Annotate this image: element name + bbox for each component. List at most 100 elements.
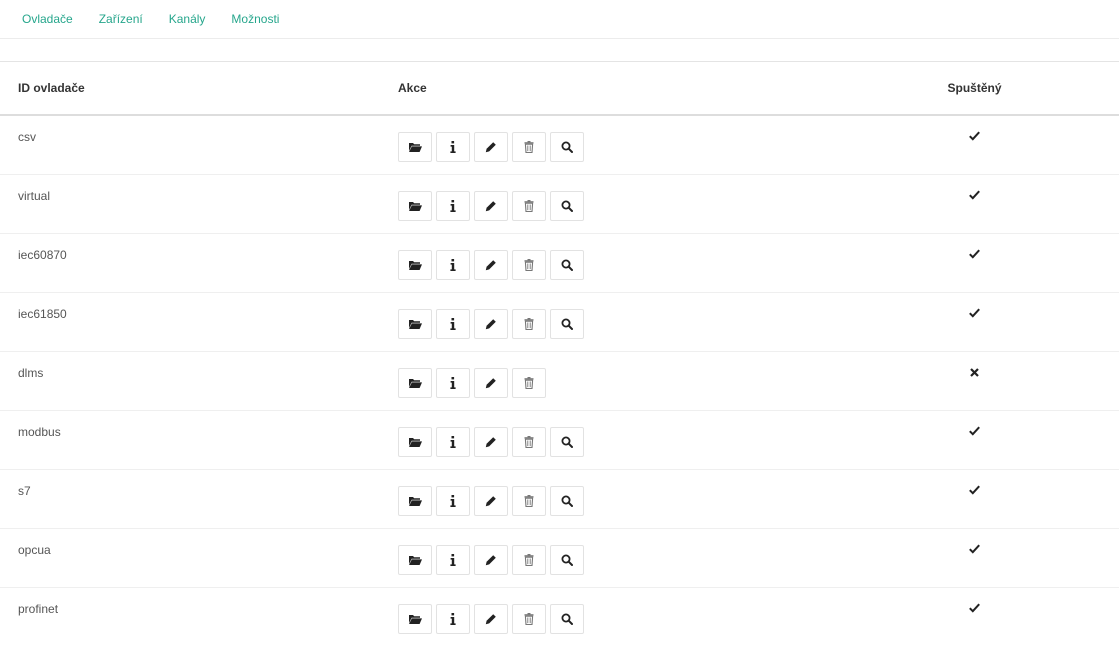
table-row: virtual <box>0 175 1119 234</box>
table-row: iec60870 <box>0 234 1119 293</box>
info-button[interactable] <box>436 250 470 280</box>
folder-button[interactable] <box>398 250 432 280</box>
driver-id-cell: profinet <box>0 588 398 646</box>
action-buttons <box>398 309 830 339</box>
pencil-button[interactable] <box>474 604 508 634</box>
driver-id: opcua <box>18 543 51 557</box>
trash-button[interactable] <box>512 309 546 339</box>
actions-cell <box>398 529 830 588</box>
folder-button[interactable] <box>398 132 432 162</box>
trash-icon <box>524 259 534 271</box>
check-icon <box>969 543 980 557</box>
folder-icon <box>409 555 422 565</box>
running-cell <box>830 470 1119 529</box>
pencil-button[interactable] <box>474 427 508 457</box>
info-button[interactable] <box>436 309 470 339</box>
pencil-button[interactable] <box>474 132 508 162</box>
table-row: dlms <box>0 352 1119 411</box>
pencil-button[interactable] <box>474 250 508 280</box>
search-button[interactable] <box>550 191 584 221</box>
actions-cell <box>398 411 830 470</box>
folder-icon <box>409 437 422 447</box>
driver-id-cell: virtual <box>0 175 398 234</box>
actions-cell <box>398 234 830 293</box>
driver-id-cell: s7 <box>0 470 398 529</box>
actions-cell <box>398 352 830 411</box>
trash-button[interactable] <box>512 250 546 280</box>
pencil-button[interactable] <box>474 309 508 339</box>
actions-cell <box>398 293 830 352</box>
folder-button[interactable] <box>398 427 432 457</box>
trash-button[interactable] <box>512 427 546 457</box>
info-button[interactable] <box>436 427 470 457</box>
info-button[interactable] <box>436 132 470 162</box>
driver-id: s7 <box>18 484 31 498</box>
folder-button[interactable] <box>398 191 432 221</box>
search-button[interactable] <box>550 309 584 339</box>
running-cell <box>830 115 1119 175</box>
info-button[interactable] <box>436 604 470 634</box>
trash-icon <box>524 613 534 625</box>
info-button[interactable] <box>436 368 470 398</box>
nav-options[interactable]: Možnosti <box>231 12 279 26</box>
folder-button[interactable] <box>398 368 432 398</box>
action-buttons <box>398 604 830 634</box>
header-driver-id: ID ovladače <box>0 62 398 115</box>
drivers-table: ID ovladače Akce Spuštěný csvvirtualiec6… <box>0 62 1119 646</box>
info-icon <box>450 495 456 507</box>
search-button[interactable] <box>550 545 584 575</box>
running-cell <box>830 234 1119 293</box>
search-button[interactable] <box>550 250 584 280</box>
trash-button[interactable] <box>512 132 546 162</box>
search-icon <box>561 613 573 625</box>
nav-devices[interactable]: Zařízení <box>99 12 143 26</box>
check-icon <box>969 189 980 203</box>
info-button[interactable] <box>436 486 470 516</box>
pencil-icon <box>485 377 497 389</box>
search-button[interactable] <box>550 486 584 516</box>
trash-button[interactable] <box>512 545 546 575</box>
trash-icon <box>524 436 534 448</box>
folder-icon <box>409 614 422 624</box>
search-icon <box>561 495 573 507</box>
folder-button[interactable] <box>398 486 432 516</box>
trash-button[interactable] <box>512 604 546 634</box>
info-button[interactable] <box>436 545 470 575</box>
info-icon <box>450 318 456 330</box>
trash-button[interactable] <box>512 368 546 398</box>
action-buttons <box>398 132 830 162</box>
trash-icon <box>524 141 534 153</box>
folder-button[interactable] <box>398 309 432 339</box>
driver-id: virtual <box>18 189 50 203</box>
check-icon <box>969 425 980 439</box>
nav-channels[interactable]: Kanály <box>169 12 206 26</box>
running-cell <box>830 411 1119 470</box>
pencil-button[interactable] <box>474 486 508 516</box>
check-icon <box>969 484 980 498</box>
running-cell <box>830 175 1119 234</box>
pencil-icon <box>485 554 497 566</box>
driver-id-cell: iec61850 <box>0 293 398 352</box>
info-icon <box>450 377 456 389</box>
pencil-button[interactable] <box>474 545 508 575</box>
trash-button[interactable] <box>512 486 546 516</box>
search-button[interactable] <box>550 604 584 634</box>
trash-icon <box>524 200 534 212</box>
info-button[interactable] <box>436 191 470 221</box>
trash-button[interactable] <box>512 191 546 221</box>
search-button[interactable] <box>550 132 584 162</box>
pencil-button[interactable] <box>474 191 508 221</box>
info-icon <box>450 200 456 212</box>
trash-icon <box>524 554 534 566</box>
table-body: csvvirtualiec60870iec61850dlmsmodbuss7op… <box>0 115 1119 646</box>
pencil-button[interactable] <box>474 368 508 398</box>
actions-cell <box>398 115 830 175</box>
folder-icon <box>409 142 422 152</box>
folder-button[interactable] <box>398 604 432 634</box>
nav-drivers[interactable]: Ovladače <box>22 12 73 26</box>
folder-button[interactable] <box>398 545 432 575</box>
table-row: profinet <box>0 588 1119 646</box>
search-icon <box>561 259 573 271</box>
driver-id: csv <box>18 130 36 144</box>
search-button[interactable] <box>550 427 584 457</box>
